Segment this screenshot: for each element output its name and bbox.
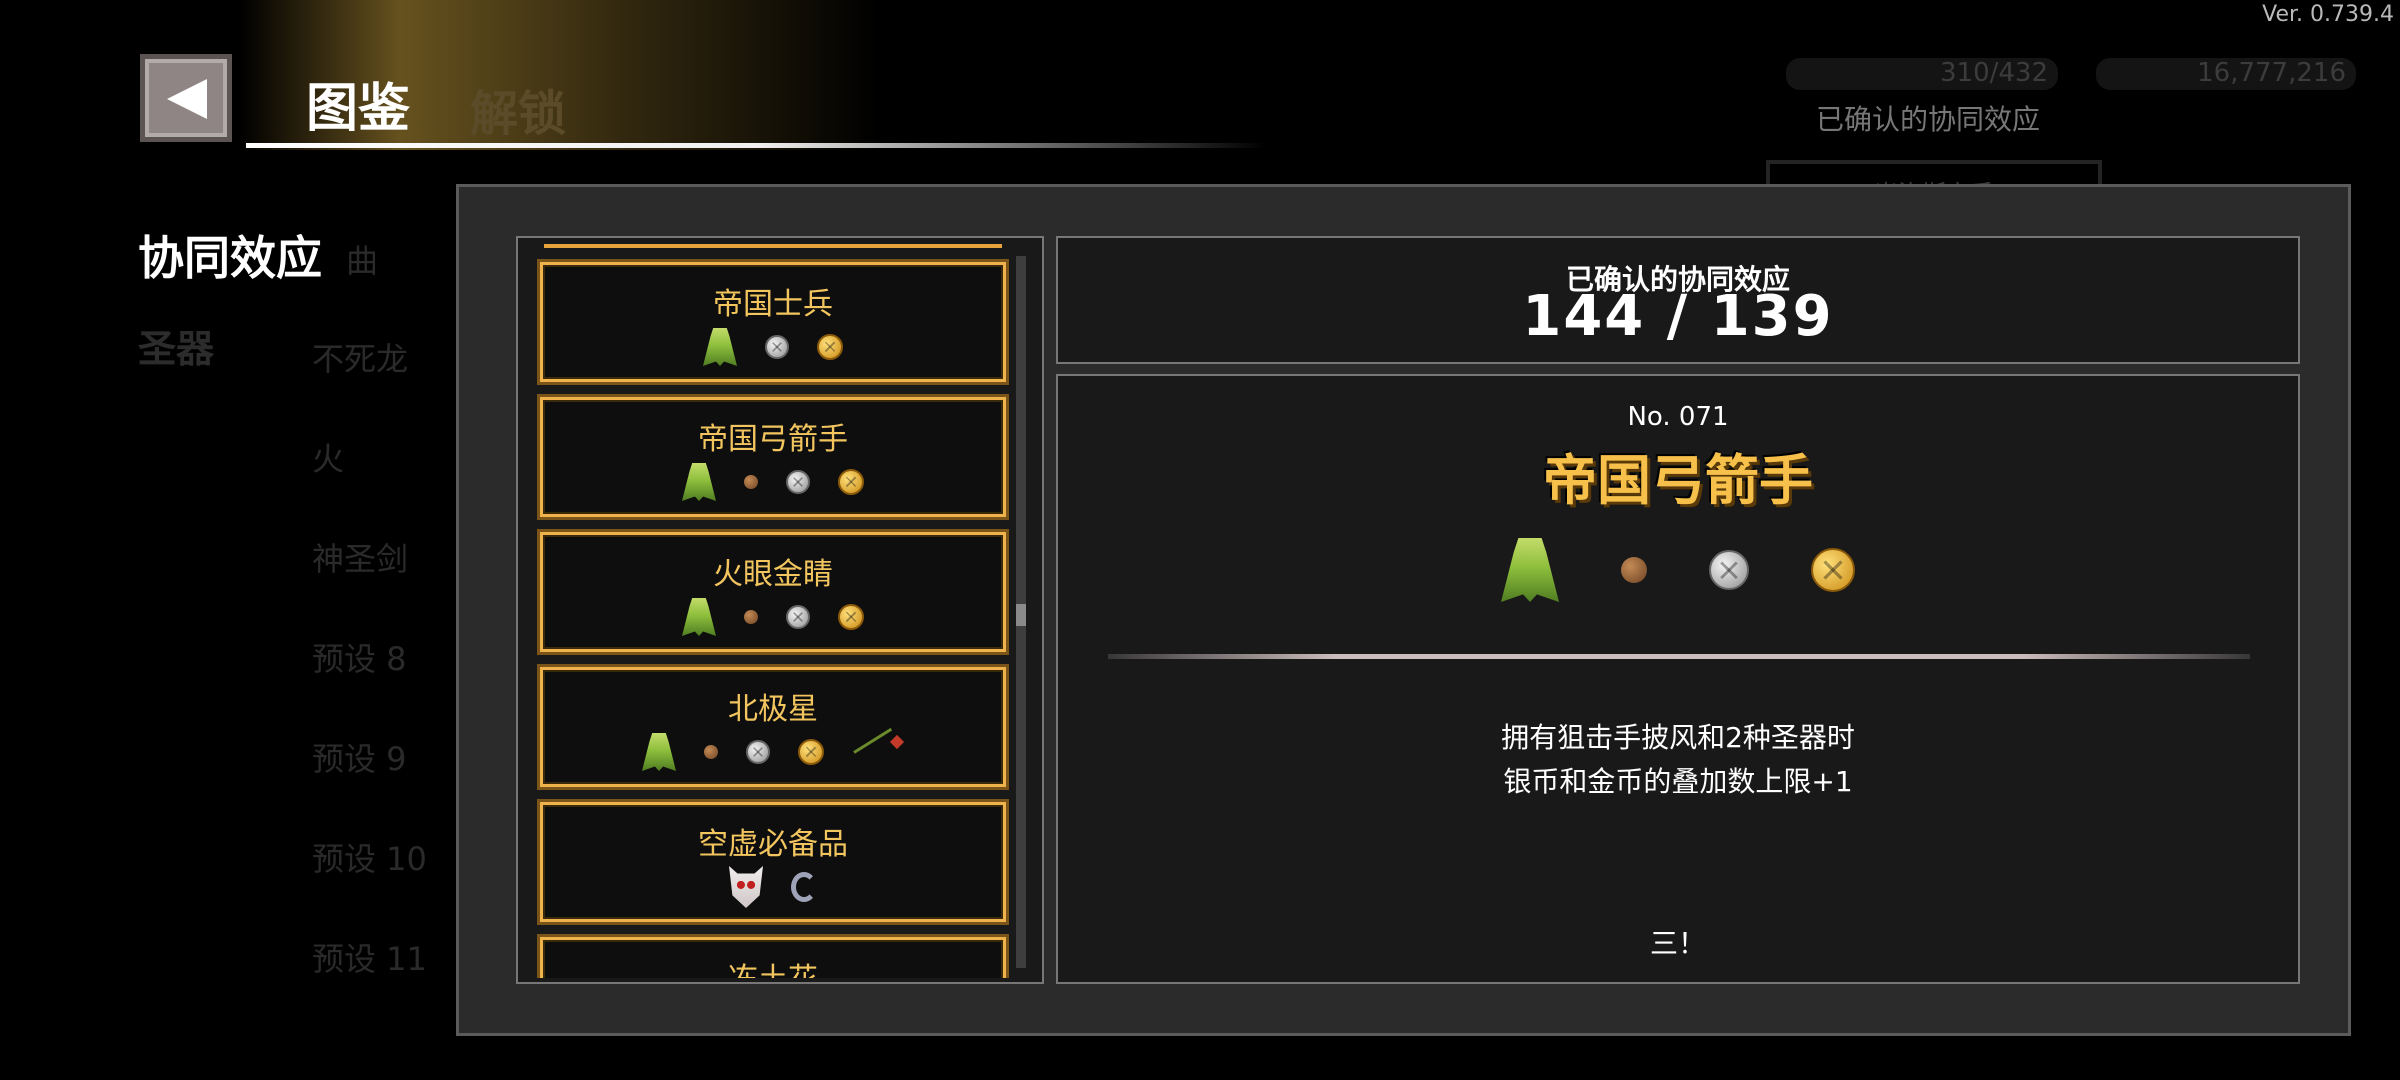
header-underline: [246, 143, 1266, 148]
arrow-icon: [852, 737, 904, 767]
green-cloak-icon: [1501, 538, 1559, 602]
demon-mask-icon: [729, 866, 763, 908]
bg-sidebar-item: 预设 9: [312, 740, 407, 778]
gold-coin-icon: [838, 469, 864, 495]
bg-sidebar-item: 预设 10: [312, 840, 427, 878]
bg-sidebar-item: 预设 8: [312, 640, 407, 678]
copper-coin-icon: [744, 610, 758, 624]
back-button[interactable]: [140, 54, 232, 142]
synergy-flavor-text: 三！: [1649, 927, 1706, 960]
synergy-number: No. 071: [1627, 402, 1729, 432]
silver-coin-icon: [765, 335, 789, 359]
gold-coin-icon: [817, 334, 843, 360]
bg-sidebar-item: 预设 11: [312, 940, 427, 978]
list-item[interactable]: 空虚必备品: [540, 802, 1006, 922]
green-cloak-icon: [703, 328, 737, 366]
silver-coin-icon: [786, 605, 810, 629]
bg-gem-counter: 16,777,216: [2096, 58, 2356, 90]
back-arrow-icon: [167, 79, 207, 119]
gold-coin-icon: [1811, 548, 1855, 592]
synergy-required-items: [1058, 534, 2298, 606]
silver-coin-icon: [1709, 550, 1749, 590]
list-item-edge: [544, 244, 1002, 248]
synergy-detail-panel: No. 071 帝国弓箭手 拥有狙击手披风和2种圣器时 银币和金币的叠加数上限+…: [1056, 374, 2300, 984]
bg-sidebar-item: 火: [312, 440, 345, 478]
bg-fragment: 曲: [346, 242, 379, 280]
copper-coin-icon: [1621, 557, 1647, 583]
green-cloak-icon: [642, 733, 676, 771]
gold-coin-icon: [798, 739, 824, 765]
synergy-list[interactable]: 帝国士兵 帝国弓箭手 火眼金睛 北极星 空虚必备品: [516, 236, 1044, 984]
green-cloak-icon: [682, 463, 716, 501]
list-item-name: 帝国士兵: [713, 287, 833, 322]
synergy-description: 拥有狙击手披风和2种圣器时 银币和金币的叠加数上限+1: [1058, 716, 2298, 804]
list-item-name: 冻土花: [543, 954, 1003, 978]
list-item[interactable]: 帝国弓箭手: [540, 397, 1006, 517]
counter-value: 144 / 139: [1522, 284, 1834, 349]
bg-sidebar-item: 不死龙: [312, 340, 409, 378]
description-line: 银币和金币的叠加数上限+1: [1503, 765, 1853, 798]
list-item-name: 北极星: [728, 692, 818, 727]
list-item[interactable]: 冻土花: [540, 937, 1006, 978]
bg-confirmed-label: 已确认的协同效应: [1816, 103, 2041, 136]
sidebar-tab-synergy[interactable]: 协同效应: [138, 222, 322, 288]
list-item-name: 火眼金睛: [713, 557, 833, 592]
list-item-name: 帝国弓箭手: [698, 422, 848, 457]
version-label: Ver. 0.739.4: [2262, 2, 2394, 27]
copper-coin-icon: [744, 475, 758, 489]
list-item-name: 空虚必备品: [698, 827, 848, 862]
copper-coin-icon: [704, 745, 718, 759]
sidebar-tab-relics[interactable]: 圣器: [138, 318, 214, 373]
header-ghost-text: 解锁: [470, 86, 567, 142]
list-item[interactable]: 北极星: [540, 667, 1006, 787]
green-cloak-icon: [682, 598, 716, 636]
synergy-counter-panel: 已确认的协同效应 144 / 139: [1056, 236, 2300, 364]
gold-coin-icon: [838, 604, 864, 630]
silver-coin-icon: [746, 740, 770, 764]
list-item[interactable]: 帝国士兵: [540, 262, 1006, 382]
ring-icon: [791, 872, 817, 902]
bg-stat-counter: 310/432: [1786, 58, 2058, 90]
list-item[interactable]: 火眼金睛: [540, 532, 1006, 652]
silver-coin-icon: [786, 470, 810, 494]
page-title: 图鉴: [306, 79, 411, 139]
description-line: 拥有狙击手披风和2种圣器时: [1501, 721, 1855, 754]
bg-sidebar-item: 神圣剑: [312, 540, 409, 578]
synergy-name: 帝国弓箭手: [1543, 449, 1813, 512]
detail-divider: [1108, 654, 2250, 659]
list-scroll-thumb[interactable]: [1016, 604, 1026, 626]
